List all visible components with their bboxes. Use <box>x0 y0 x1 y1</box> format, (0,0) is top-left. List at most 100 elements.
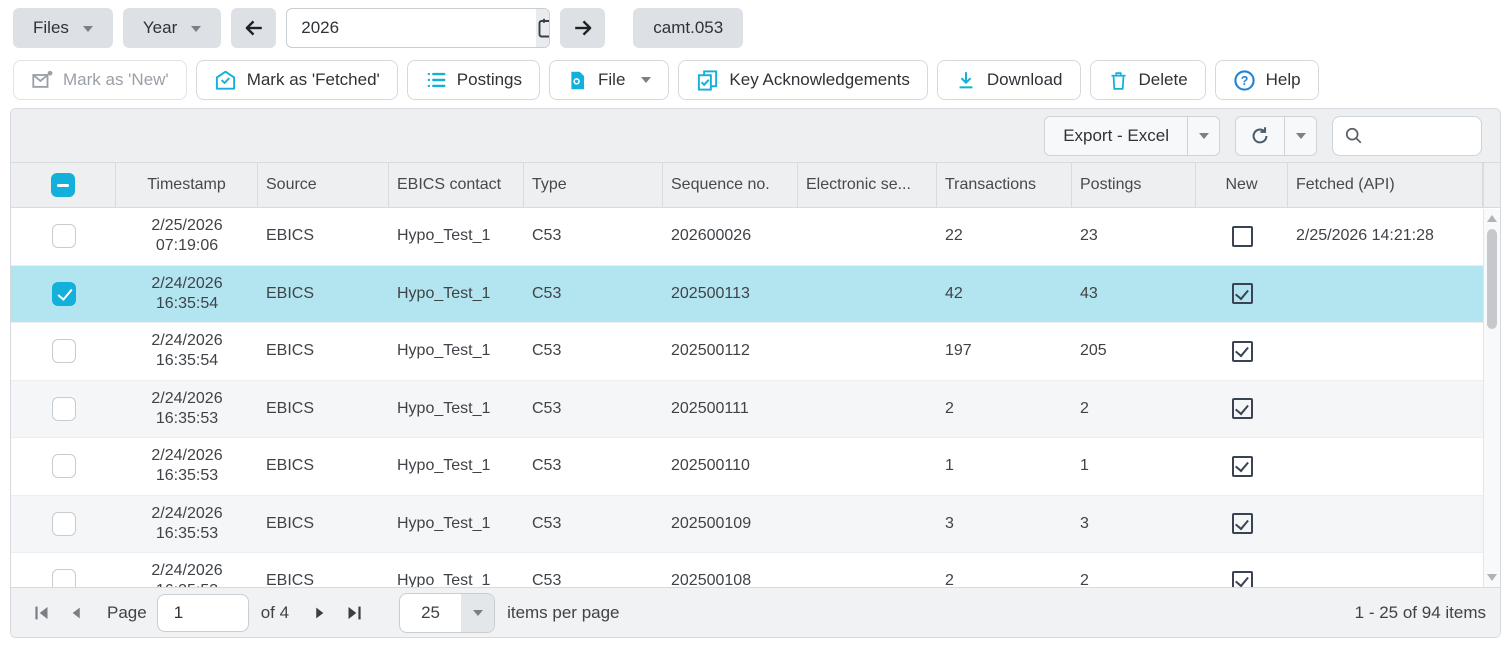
column-header-fetched-api[interactable]: Fetched (API) <box>1288 163 1483 207</box>
timestamp-date: 2/24/2026 <box>151 446 222 466</box>
delete-button[interactable]: Delete <box>1090 60 1206 100</box>
row-select-checkbox[interactable] <box>52 454 76 478</box>
column-header-type[interactable]: Type <box>524 163 663 207</box>
refresh-button[interactable] <box>1236 117 1284 155</box>
file-dropdown-button[interactable]: File <box>549 60 669 100</box>
source-cell: EBICS <box>258 323 389 380</box>
action-toolbar: Mark as 'New' Mark as 'Fetched' Postings… <box>13 60 1511 100</box>
help-label: Help <box>1266 70 1301 90</box>
row-select-checkbox[interactable] <box>52 512 76 536</box>
new-flag-checkbox[interactable] <box>1232 456 1253 477</box>
new-flag-checkbox[interactable] <box>1232 398 1253 419</box>
export-options-button[interactable] <box>1187 117 1219 155</box>
calendar-picker-button[interactable] <box>536 9 550 47</box>
new-flag-checkbox[interactable] <box>1232 283 1253 304</box>
timestamp-cell: 2/24/202616:35:54 <box>116 323 258 380</box>
sequence-no-cell: 202500111 <box>663 381 798 438</box>
ebics-contact-cell: Hypo_Test_1 <box>389 266 524 323</box>
first-page-icon <box>31 602 53 624</box>
ebics-contact-cell: Hypo_Test_1 <box>389 323 524 380</box>
refresh-options-button[interactable] <box>1284 117 1316 155</box>
source-cell: EBICS <box>258 381 389 438</box>
postings-cell: 43 <box>1072 266 1196 323</box>
next-year-button[interactable] <box>560 8 605 48</box>
postings-cell: 23 <box>1072 208 1196 265</box>
row-select-checkbox[interactable] <box>52 224 76 248</box>
row-select-checkbox[interactable] <box>52 282 76 306</box>
select-all-checkbox[interactable] <box>51 173 75 197</box>
scroll-down-icon[interactable] <box>1487 574 1497 581</box>
row-select-checkbox[interactable] <box>52 397 76 421</box>
new-flag-checkbox[interactable] <box>1232 226 1253 247</box>
previous-page-icon <box>66 603 86 623</box>
year-dropdown-button[interactable]: Year <box>123 8 221 48</box>
table-row[interactable]: 2/24/202616:35:53EBICSHypo_Test_1C532025… <box>11 553 1483 589</box>
year-input[interactable] <box>287 9 536 47</box>
previous-year-button[interactable] <box>231 8 276 48</box>
postings-button[interactable]: Postings <box>407 60 540 100</box>
table-row[interactable]: 2/24/202616:35:54EBICSHypo_Test_1C532025… <box>11 266 1483 324</box>
electronic-seq-cell <box>798 438 937 495</box>
mark-as-new-button[interactable]: Mark as 'New' <box>13 60 187 100</box>
key-acknowledgements-button[interactable]: Key Acknowledgements <box>678 60 928 100</box>
column-header-ebics-contact[interactable]: EBICS contact <box>389 163 524 207</box>
export-excel-button[interactable]: Export - Excel <box>1045 117 1187 155</box>
refresh-icon <box>1249 125 1271 147</box>
help-button[interactable]: ? Help <box>1215 60 1319 100</box>
last-page-button[interactable] <box>337 596 371 630</box>
type-cell: C53 <box>524 553 663 589</box>
mark-as-fetched-button[interactable]: Mark as 'Fetched' <box>196 60 398 100</box>
new-flag-cell <box>1196 381 1288 438</box>
electronic-seq-cell <box>798 208 937 265</box>
transactions-cell: 2 <box>937 553 1072 589</box>
file-icon <box>567 70 588 91</box>
help-icon: ? <box>1233 69 1256 92</box>
doc-type-button[interactable]: camt.053 <box>633 8 743 48</box>
electronic-seq-cell <box>798 496 937 553</box>
timestamp-date: 2/24/2026 <box>151 274 222 294</box>
column-header-source[interactable]: Source <box>258 163 389 207</box>
table-row[interactable]: 2/24/202616:35:53EBICSHypo_Test_1C532025… <box>11 496 1483 554</box>
first-page-button[interactable] <box>25 596 59 630</box>
next-page-button[interactable] <box>303 596 337 630</box>
files-grid: Export - Excel <box>10 108 1501 638</box>
column-header-timestamp[interactable]: Timestamp <box>116 163 258 207</box>
row-select-cell <box>11 323 116 380</box>
table-body: 2/25/202607:19:06EBICSHypo_Test_1C532026… <box>11 208 1500 589</box>
download-button[interactable]: Download <box>937 60 1081 100</box>
table-row[interactable]: 2/24/202616:35:53EBICSHypo_Test_1C532025… <box>11 381 1483 439</box>
files-dropdown-button[interactable]: Files <box>13 8 113 48</box>
new-flag-cell <box>1196 553 1288 589</box>
timestamp-cell: 2/24/202616:35:53 <box>116 553 258 589</box>
column-header-electronic-seq[interactable]: Electronic se... <box>798 163 937 207</box>
trash-icon <box>1108 70 1129 91</box>
timestamp-cell: 2/25/202607:19:06 <box>116 208 258 265</box>
source-cell: EBICS <box>258 438 389 495</box>
scrollbar-thumb[interactable] <box>1487 229 1497 329</box>
grid-search-input[interactable] <box>1372 127 1471 145</box>
chevron-down-icon <box>83 26 93 32</box>
column-header-new[interactable]: New <box>1196 163 1288 207</box>
postings-cell: 2 <box>1072 553 1196 589</box>
column-header-transactions[interactable]: Transactions <box>937 163 1072 207</box>
vertical-scrollbar[interactable] <box>1483 209 1500 587</box>
scroll-up-icon[interactable] <box>1487 215 1497 222</box>
timestamp-time: 16:35:53 <box>156 409 218 429</box>
previous-page-button[interactable] <box>59 596 93 630</box>
new-flag-checkbox[interactable] <box>1232 341 1253 362</box>
row-select-checkbox[interactable] <box>52 339 76 363</box>
files-dropdown-label: Files <box>33 18 69 38</box>
new-flag-checkbox[interactable] <box>1232 513 1253 534</box>
select-all-header-cell <box>11 163 116 207</box>
postings-cell: 1 <box>1072 438 1196 495</box>
table-row[interactable]: 2/24/202616:35:53EBICSHypo_Test_1C532025… <box>11 438 1483 496</box>
table-row[interactable]: 2/24/202616:35:54EBICSHypo_Test_1C532025… <box>11 323 1483 381</box>
page-number-input[interactable] <box>157 594 249 632</box>
chevron-down-icon <box>1296 133 1306 139</box>
postings-label: Postings <box>457 70 522 90</box>
sequence-no-cell: 202500109 <box>663 496 798 553</box>
page-size-select[interactable]: 25 <box>399 593 495 633</box>
column-header-sequence-no[interactable]: Sequence no. <box>663 163 798 207</box>
table-row[interactable]: 2/25/202607:19:06EBICSHypo_Test_1C532026… <box>11 208 1483 266</box>
column-header-postings[interactable]: Postings <box>1072 163 1196 207</box>
